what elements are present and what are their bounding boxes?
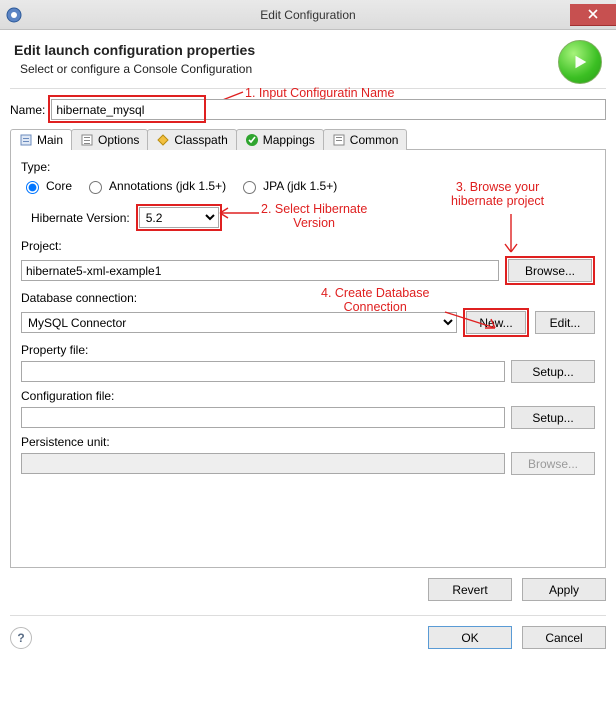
tab-classpath-label: Classpath — [174, 133, 227, 147]
annotation-2: 2. Select Hibernate Version — [261, 202, 367, 230]
arrow-2 — [216, 206, 260, 220]
radio-core[interactable]: Core — [21, 178, 72, 194]
radio-jpa-input[interactable] — [243, 181, 256, 194]
revert-button[interactable]: Revert — [428, 578, 512, 601]
common-tab-icon — [332, 133, 346, 147]
annotation-4: 4. Create Database Connection — [321, 286, 429, 314]
help-button[interactable]: ? — [10, 627, 32, 649]
db-conn-select[interactable]: MySQL Connector — [21, 312, 457, 333]
radio-annotations-input[interactable] — [89, 181, 102, 194]
tab-classpath[interactable]: Classpath — [147, 129, 236, 150]
radio-core-input[interactable] — [26, 181, 39, 194]
property-file-input[interactable] — [21, 361, 505, 382]
arrow-4 — [443, 308, 499, 332]
hibernate-version-label: Hibernate Version: — [31, 211, 130, 225]
ok-button[interactable]: OK — [428, 626, 512, 649]
project-browse-button[interactable]: Browse... — [508, 259, 592, 282]
page-subtitle: Select or configure a Console Configurat… — [20, 62, 558, 76]
persistence-unit-input — [21, 453, 505, 474]
persistence-unit-label: Persistence unit: — [21, 435, 595, 449]
tab-options[interactable]: Options — [71, 129, 148, 150]
tab-common[interactable]: Common — [323, 129, 408, 150]
tab-panel-main: Type: Core Annotations (jdk 1.5+) JPA (j… — [10, 150, 606, 568]
db-conn-label: Database connection: — [21, 291, 595, 305]
name-input[interactable] — [51, 99, 606, 120]
main-tab-icon — [19, 133, 33, 147]
persistence-unit-browse-button: Browse... — [511, 452, 595, 475]
radio-jpa[interactable]: JPA (jdk 1.5+) — [238, 178, 337, 194]
property-file-setup-button[interactable]: Setup... — [511, 360, 595, 383]
tab-main[interactable]: Main — [10, 129, 72, 150]
run-icon — [558, 40, 602, 84]
options-tab-icon — [80, 133, 94, 147]
project-input[interactable] — [21, 260, 499, 281]
db-conn-edit-button[interactable]: Edit... — [535, 311, 595, 334]
classpath-tab-icon — [156, 133, 170, 147]
config-file-setup-button[interactable]: Setup... — [511, 406, 595, 429]
tab-common-label: Common — [350, 133, 399, 147]
radio-annotations[interactable]: Annotations (jdk 1.5+) — [84, 178, 226, 194]
cancel-button[interactable]: Cancel — [522, 626, 606, 649]
titlebar: Edit Configuration — [0, 0, 616, 30]
annotation-1: 1. Input Configuratin Name — [245, 86, 394, 100]
tabstrip: Main Options Classpath Mappings Common — [10, 128, 606, 150]
type-label: Type: — [21, 160, 595, 174]
apply-button[interactable]: Apply — [522, 578, 606, 601]
window-title: Edit Configuration — [0, 8, 616, 22]
tab-main-label: Main — [37, 133, 63, 147]
name-label: Name: — [10, 103, 45, 117]
tab-options-label: Options — [98, 133, 139, 147]
annotation-3: 3. Browse your hibernate project — [451, 180, 544, 208]
config-file-label: Configuration file: — [21, 389, 595, 403]
hibernate-version-select[interactable]: 5.2 — [139, 207, 219, 228]
tab-mappings[interactable]: Mappings — [236, 129, 324, 150]
property-file-label: Property file: — [21, 343, 595, 357]
mappings-tab-icon — [245, 133, 259, 147]
config-file-input[interactable] — [21, 407, 505, 428]
tab-mappings-label: Mappings — [263, 133, 315, 147]
page-title: Edit launch configuration properties — [14, 42, 558, 58]
arrow-3 — [501, 212, 521, 256]
